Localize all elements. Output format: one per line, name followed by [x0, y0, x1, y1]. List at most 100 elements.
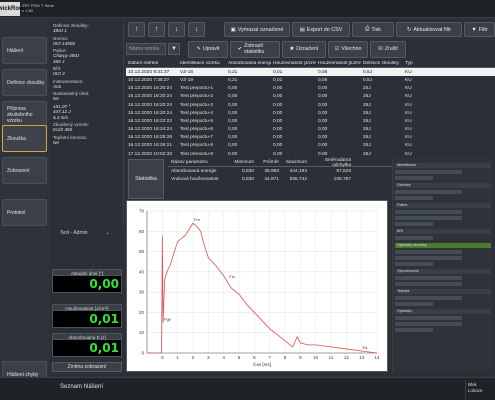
table-row[interactable]: 16.12.2020 16:24:24 Test přepočtu-6 0,00 0,…	[126, 126, 495, 134]
move-down-button[interactable]: ↓	[168, 22, 185, 37]
refresh-icon: ↻	[406, 26, 412, 33]
move-top-button[interactable]: ↑	[128, 22, 145, 37]
y-tick-label: 70	[139, 209, 145, 214]
nav-item-hlaseni[interactable]: hlášení	[2, 37, 47, 64]
table-cell: 0,5J	[363, 77, 373, 83]
cancel-button[interactable]: ☒ Zrušit	[370, 41, 406, 58]
table-cell: 0,00	[273, 127, 283, 133]
table-row[interactable]: 10.12.2020 7:38:27 VZ-19 0,21 0,01 0,05 0,5J K…	[126, 76, 495, 84]
nav-label: Definice zkoušky	[7, 79, 45, 86]
table-cell: 0,00	[318, 110, 328, 116]
button-label: Označení	[296, 45, 319, 52]
table-cell: 25J	[363, 135, 371, 141]
table-cell: 0,00	[318, 127, 328, 133]
column-header[interactable]: Identifikace vzorku	[178, 61, 226, 66]
y-tick-label: 30	[139, 290, 145, 295]
table-cell: 0,01	[273, 77, 283, 83]
table-cell: 0,00	[228, 86, 238, 92]
x-tick-label: 3	[207, 355, 210, 360]
panel-section: Břit	[395, 229, 491, 234]
table-cell: Test přepočtu-3	[180, 102, 214, 108]
table-cell: 25J	[363, 127, 371, 133]
x-axis-label: Čas [ms]	[253, 361, 271, 367]
column-header[interactable]: Absorbovaná energie [J]	[226, 61, 271, 66]
info-value: Ne	[53, 96, 59, 101]
column-header[interactable]: Houževnatost [J/cm²]	[271, 61, 316, 66]
table-cell: 0,00	[318, 151, 328, 155]
table-cell: VZ-18	[180, 69, 194, 75]
table-cell: 25J	[363, 118, 371, 124]
delete-selected-button[interactable]: ▣ Vymazat označené	[224, 22, 290, 37]
sample-name-filter-input[interactable]: Název vzorku	[126, 43, 166, 55]
cancel-icon: ☒	[378, 45, 383, 52]
refresh-filter-button[interactable]: ↻ Aktualizovat filtr	[396, 22, 462, 37]
move-bottom-button[interactable]: ↓	[188, 22, 205, 37]
statistics-table: Název parametru Minimum Průměr Maximum S…	[168, 158, 418, 199]
table-cell: 0,00	[228, 102, 238, 108]
stats-cell: 35,983	[264, 168, 279, 174]
nav-item-definice[interactable]: Definice zkoušky	[2, 69, 47, 96]
table-cell: KU	[405, 102, 412, 108]
table-row[interactable]: 16.12.2020 16:26:21 Test přepočtu-8 0,00 0,…	[126, 142, 495, 150]
nav-item-zobrazeni[interactable]: Zobrazení	[2, 157, 47, 184]
table-cell: 0,05	[318, 77, 328, 83]
table-row[interactable]: 10.12.2020 9:31:37 VZ-18 0,21 0,01 0,05 0,5J K…	[126, 68, 495, 77]
toolbar: ↑ ↑ ↓ ↓ ▣ Vymazat označené ▤ Export do CSV…	[126, 20, 495, 58]
stats-header-cell: Minimum	[234, 160, 254, 165]
column-header[interactable]: Datum měření	[126, 61, 178, 66]
stats-cell: Absorbovaná energie	[171, 168, 217, 174]
table-body: 10.12.2020 9:31:37 VZ-18 0,21 0,01 0,05 0,5J K…	[126, 68, 495, 155]
column-header[interactable]: Typ	[403, 61, 453, 66]
stats-cell: 108,787	[333, 176, 351, 182]
table-row[interactable]: 15.12.2020 16:20:24 Test přepočtu-2 0,00 0,…	[126, 93, 495, 101]
column-header[interactable]: Houževnatost [kJ/m²]	[316, 61, 361, 66]
column-header[interactable]: Definice zkoušky	[361, 61, 403, 66]
table-row[interactable]: 15.12.2020 16:20:24 Test přepočtu-1 0,00 0,…	[126, 85, 495, 93]
button-label: Vymazat označené	[237, 26, 284, 33]
table-cell: 0,00	[273, 102, 283, 108]
panel-section: Výsledky	[395, 309, 491, 314]
table-cell: KU	[405, 110, 412, 116]
change-view-button[interactable]: Změna zobrazení	[52, 362, 122, 372]
export-csv-button[interactable]: ▤ Export do CSV	[292, 22, 350, 37]
table-cell: 17.12.2020 10:02:33	[128, 151, 173, 155]
panel-line	[395, 176, 434, 180]
info-value: KU/2 450	[53, 127, 73, 132]
table-cell: VZ-19	[180, 77, 194, 83]
mark-button[interactable]: ✖ Označení	[282, 41, 326, 58]
table-cell: 16.12.2020 16:25:26	[128, 135, 173, 141]
table-row[interactable]: 16.12.2020 16:25:26 Test přepočtu-7 0,00 0,…	[126, 134, 495, 142]
table-row[interactable]: 16.12.2020 16:22:22 Test přepočtu-5 0,00 0,…	[126, 117, 495, 125]
user-dropdown[interactable]: Test - Admin ⌄	[50, 228, 124, 238]
table-row[interactable]: 17.12.2020 10:02:33 Test přepočtu-9 0,00 0,…	[126, 150, 495, 155]
filter-icon: ▼	[471, 26, 477, 33]
nav-label: Zkouška	[7, 135, 26, 142]
nav-label: Protokol	[7, 209, 26, 216]
nav-item-priprava[interactable]: Příprava zkušebního vzorku	[2, 101, 47, 128]
table-row[interactable]: 15.12.2020 16:20:24 Test přepočtu-3 0,00 0,…	[126, 101, 495, 109]
panel-line	[395, 222, 434, 226]
nav-item-protokol[interactable]: Protokol	[2, 199, 47, 226]
table-cell: KU	[405, 135, 412, 141]
edit-button[interactable]: ✎ Upravit	[188, 41, 228, 58]
table-row[interactable]: 15.12.2020 16:20:24 Test přepočtu-4 0,00 0,…	[126, 109, 495, 117]
nav-item-zkouska[interactable]: Zkouška	[2, 125, 47, 152]
table-cell: 25J	[363, 94, 371, 100]
message-list-label[interactable]: Seznam hlášení	[60, 384, 103, 390]
arrow-up-icon: ↑	[134, 26, 139, 33]
table-cell: KU	[405, 127, 412, 133]
table-cell: 16.12.2020 16:22:22	[128, 118, 173, 124]
table-cell: 0,00	[318, 94, 328, 100]
arrow-up-icon: ↑	[154, 26, 159, 33]
statistics-label: Statistika	[128, 159, 164, 199]
print-button[interactable]: ⎙ Tisk	[352, 22, 394, 37]
move-up-button[interactable]: ↑	[148, 22, 165, 37]
x-tick-label: 8	[284, 355, 287, 360]
show-statistics-button[interactable]: ✔ Zobrazit statistiku	[230, 41, 280, 58]
edit-icon: ✎	[196, 45, 201, 52]
select-all-button[interactable]: ☑ Všechno	[328, 41, 368, 58]
x-tick-label: 7	[268, 355, 271, 360]
current-angle-display: Aktuální úhel [°] 0,00	[52, 269, 122, 293]
filter-button[interactable]: ▼ Filtr	[464, 22, 495, 37]
filter-icon[interactable]: ▼	[168, 43, 180, 55]
